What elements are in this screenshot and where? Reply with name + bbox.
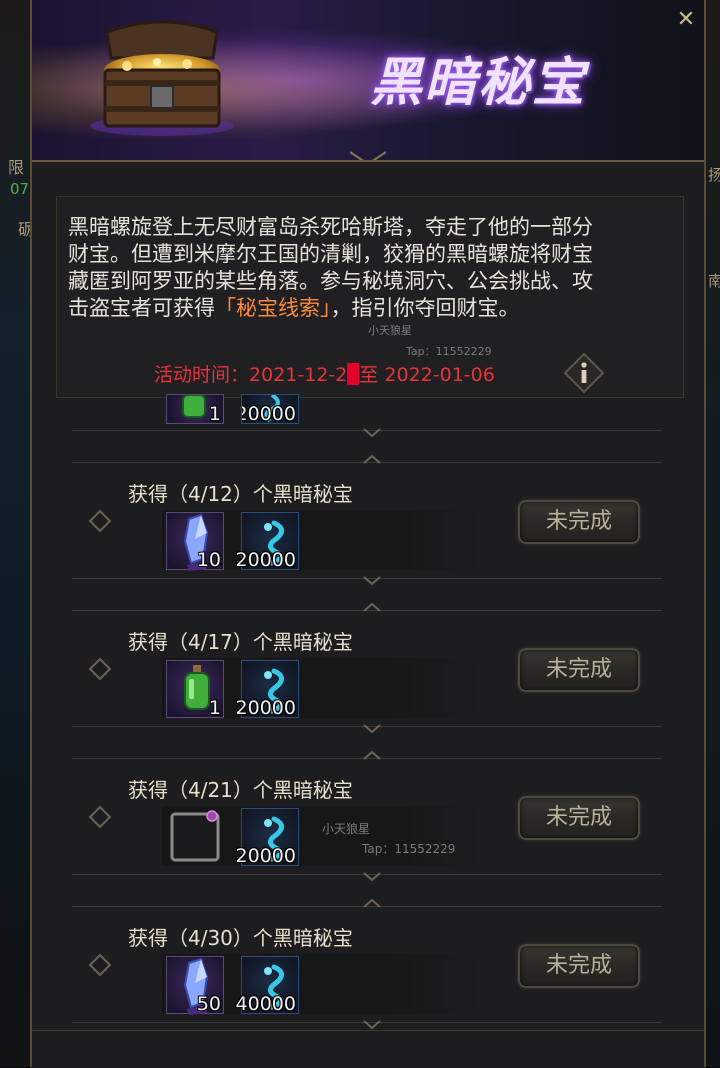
background-fragment: 07 — [10, 180, 30, 198]
divider-ornament — [363, 750, 381, 760]
divider-ornament — [363, 602, 381, 612]
event-time-separator: 至 — [359, 364, 379, 386]
divider-ornament — [363, 898, 381, 908]
task-row: 获得（4/17）个黑暗秘宝 1 20000 未完成 — [0, 610, 672, 746]
row-bullet-icon — [88, 953, 112, 977]
watermark-tap: Tap：11552229 — [362, 842, 456, 856]
task-title: 获得（4/12）个黑暗秘宝 — [128, 482, 353, 506]
row-bullet-icon — [88, 805, 112, 829]
task-row: 获得（4/12）个黑暗秘宝 10 20000 未完成 — [0, 462, 672, 598]
event-time-end: 2022-01-06 — [384, 364, 495, 386]
background-fragment: 限 — [8, 158, 25, 177]
event-time: 活动时间：2021-12-2 至 2022-01-06 — [154, 360, 495, 387]
item-count: 1 — [208, 697, 221, 719]
divider-ornament — [363, 576, 381, 586]
event-time-label: 活动时间： — [154, 364, 250, 386]
event-description: 黑暗螺旋登上无尽财富岛杀死哈斯塔，夺走了他的一部分财宝。但遭到米摩尔王国的清剿，… — [68, 214, 608, 322]
close-icon[interactable]: ✕ — [672, 6, 700, 34]
item-count: 20000 — [235, 549, 296, 571]
watermark-tap: Tap：11552229 — [406, 345, 492, 358]
reward-item[interactable]: 40000 — [236, 956, 299, 1015]
divider-ornament — [363, 724, 381, 734]
secret-clue-highlight[interactable]: 「秘宝线索」 — [215, 296, 331, 320]
reward-item[interactable]: 20000 — [236, 808, 299, 867]
reward-item[interactable]: 1 — [166, 394, 224, 424]
divider-ornament — [363, 1020, 381, 1030]
divider-ornament — [363, 454, 381, 464]
description-text-tail: ，指引你夺回财宝。 — [330, 296, 520, 320]
status-button[interactable]: 未完成 — [518, 500, 640, 544]
redaction-mark — [347, 363, 360, 385]
reward-item[interactable] — [166, 808, 224, 866]
background-fragment: 南 — [708, 272, 720, 290]
task-title: 获得（4/17）个黑暗秘宝 — [128, 630, 353, 654]
info-icon[interactable] — [563, 352, 605, 394]
item-count: 20000 — [235, 697, 296, 719]
event-banner: 黑暗秘宝 ✕ — [32, 0, 704, 162]
reward-item[interactable]: 10 — [166, 512, 224, 571]
watermark-name: 小天狼星 — [368, 324, 412, 337]
treasure-chest-icon — [90, 20, 234, 136]
status-button[interactable]: 未完成 — [518, 648, 640, 692]
item-count: 20000 — [241, 403, 296, 424]
status-button[interactable]: 未完成 — [518, 796, 640, 840]
event-time-start: 2021-12-2 — [249, 364, 348, 386]
item-count: 20000 — [235, 845, 296, 867]
item-count: 50 — [196, 993, 221, 1015]
reward-item[interactable]: 50 — [166, 956, 224, 1015]
background-fragment: 扬 — [708, 166, 720, 184]
reward-item[interactable]: 20000 — [236, 512, 299, 571]
row-bullet-icon — [88, 657, 112, 681]
banner-divider-ornament — [350, 151, 386, 160]
divider-ornament — [363, 428, 381, 438]
item-count: 10 — [196, 549, 221, 571]
reward-item[interactable]: 20000 — [241, 394, 299, 424]
panel-bottom — [32, 1030, 704, 1068]
watermark-name: 小天狼星 — [322, 822, 371, 836]
banner-title: 黑暗秘宝 — [370, 53, 587, 113]
divider-ornament — [363, 872, 381, 882]
item-count: 40000 — [235, 993, 296, 1015]
status-button[interactable]: 未完成 — [518, 944, 640, 988]
item-count: 1 — [208, 403, 221, 424]
reward-item[interactable]: 1 — [166, 660, 224, 719]
task-row: 获得（4/30）个黑暗秘宝 50 40000 未完成 — [0, 906, 672, 1042]
row-bullet-icon — [88, 509, 112, 533]
task-title: 获得（4/30）个黑暗秘宝 — [128, 926, 353, 950]
reward-item[interactable]: 20000 — [236, 660, 299, 719]
task-title: 获得（4/21）个黑暗秘宝 — [128, 778, 353, 802]
